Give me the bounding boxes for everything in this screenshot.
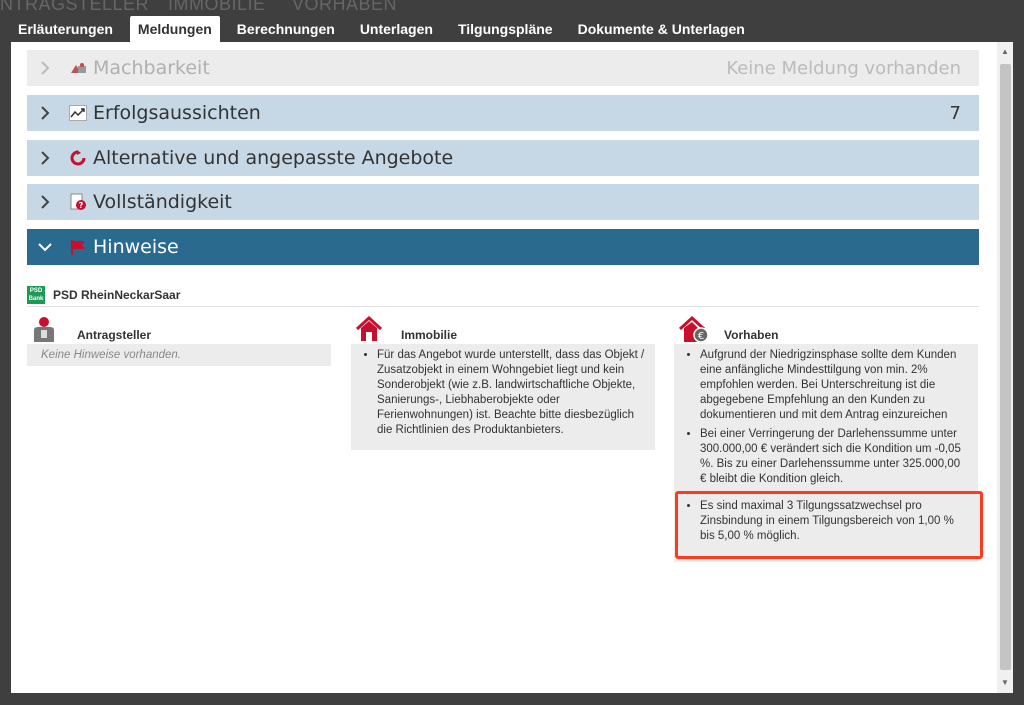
hint-item: Für das Angebot wurde unterstellt, dass … xyxy=(377,348,645,438)
column-antragsteller: Antragsteller Keine Hinweise vorhanden. xyxy=(27,314,331,366)
chevron-right-icon xyxy=(27,105,63,121)
bank-header: PSD Bank PSD RheinNeckarSaar xyxy=(27,283,979,307)
accordion-hinweise[interactable]: Hinweise xyxy=(27,229,979,265)
accordion-title: Alternative und angepasste Angebote xyxy=(93,147,454,169)
house-euro-icon: € xyxy=(678,315,710,349)
trend-chart-icon xyxy=(63,105,93,121)
accordion-machbarkeit[interactable]: Machbarkeit Keine Meldung vorhanden xyxy=(27,50,979,86)
empty-message: Keine Hinweise vorhanden. xyxy=(27,344,331,366)
column-title: Vorhaben xyxy=(724,328,779,342)
accordion-alternative-angebote[interactable]: Alternative und angepasste Angebote xyxy=(27,140,979,176)
accordion-count: 7 xyxy=(949,102,961,124)
person-icon xyxy=(31,316,57,347)
refresh-icon xyxy=(63,150,93,166)
accordion-title: Hinweise xyxy=(93,236,179,258)
tab-meldungen[interactable]: Meldungen xyxy=(129,16,220,42)
column-title: Antragsteller xyxy=(77,328,152,342)
svg-text:€: € xyxy=(698,331,704,342)
chevron-right-icon xyxy=(27,194,63,210)
highlighted-hint: Es sind maximal 3 Tilgungssatzwechsel pr… xyxy=(675,491,983,559)
tab-tilgungsplaene[interactable]: Tilgungspläne xyxy=(450,16,561,42)
bg-tab-antragsteller: NTRAGSTELLER xyxy=(0,0,150,12)
bank-name: PSD RheinNeckarSaar xyxy=(53,287,181,302)
bank-logo: PSD Bank xyxy=(27,285,45,304)
tab-dokumente-unterlagen[interactable]: Dokumente & Unterlagen xyxy=(570,16,753,42)
flag-icon xyxy=(63,239,93,255)
scroll-up-icon[interactable]: ▲ xyxy=(997,44,1013,60)
column-title: Immobilie xyxy=(401,328,458,342)
tab-berechnungen[interactable]: Berechnungen xyxy=(229,16,343,42)
house-icon xyxy=(355,315,383,347)
meldungen-dialog: Machbarkeit Keine Meldung vorhanden Erfo… xyxy=(11,42,1013,693)
scroll-thumb[interactable] xyxy=(1000,64,1011,670)
bg-tab-vorhaben: VORHABEN xyxy=(292,0,398,12)
chevron-right-icon xyxy=(27,150,63,166)
chevron-right-icon xyxy=(27,60,63,76)
bg-tab-immobilie: IMMOBILIE xyxy=(168,0,266,12)
accordion-status: Keine Meldung vorhanden xyxy=(726,57,961,79)
accordion-title: Vollständigkeit xyxy=(93,191,232,213)
accordion-title: Erfolgsaussichten xyxy=(93,102,261,124)
hint-item: Aufgrund der Niedrigzinsphase sollte dem… xyxy=(700,348,968,423)
document-question-icon: ? xyxy=(63,193,93,211)
accordion-vollstaendigkeit[interactable]: ? Vollständigkeit xyxy=(27,184,979,220)
dialog-tab-bar: Erläuterungen Meldungen Berechnungen Unt… xyxy=(10,14,762,42)
column-immobilie: Immobilie Für das Angebot wurde unterste… xyxy=(351,314,655,450)
hint-box: Aufgrund der Niedrigzinsphase sollte dem… xyxy=(674,344,983,562)
scroll-down-icon[interactable]: ▼ xyxy=(997,675,1013,691)
background-app-tabs: NTRAGSTELLER IMMOBILIE VORHABEN xyxy=(0,0,1024,12)
dialog-scrollbar[interactable]: ▲ ▼ xyxy=(997,42,1013,693)
column-vorhaben: € Vorhaben Aufgrund der Niedrigzinsphase… xyxy=(674,314,983,562)
svg-text:?: ? xyxy=(79,201,84,210)
feasibility-icon xyxy=(63,61,93,75)
tab-erlaeuterungen[interactable]: Erläuterungen xyxy=(10,16,121,42)
chevron-down-icon xyxy=(27,242,63,252)
hint-item: Es sind maximal 3 Tilgungssatzwechsel pr… xyxy=(700,499,970,544)
hint-box: Für das Angebot wurde unterstellt, dass … xyxy=(351,344,655,450)
tab-unterlagen[interactable]: Unterlagen xyxy=(352,16,441,42)
accordion-title: Machbarkeit xyxy=(93,57,210,79)
accordion-erfolgsaussichten[interactable]: Erfolgsaussichten 7 xyxy=(27,95,979,131)
hint-item: Bei einer Verringerung der Darlehenssumm… xyxy=(700,427,968,487)
